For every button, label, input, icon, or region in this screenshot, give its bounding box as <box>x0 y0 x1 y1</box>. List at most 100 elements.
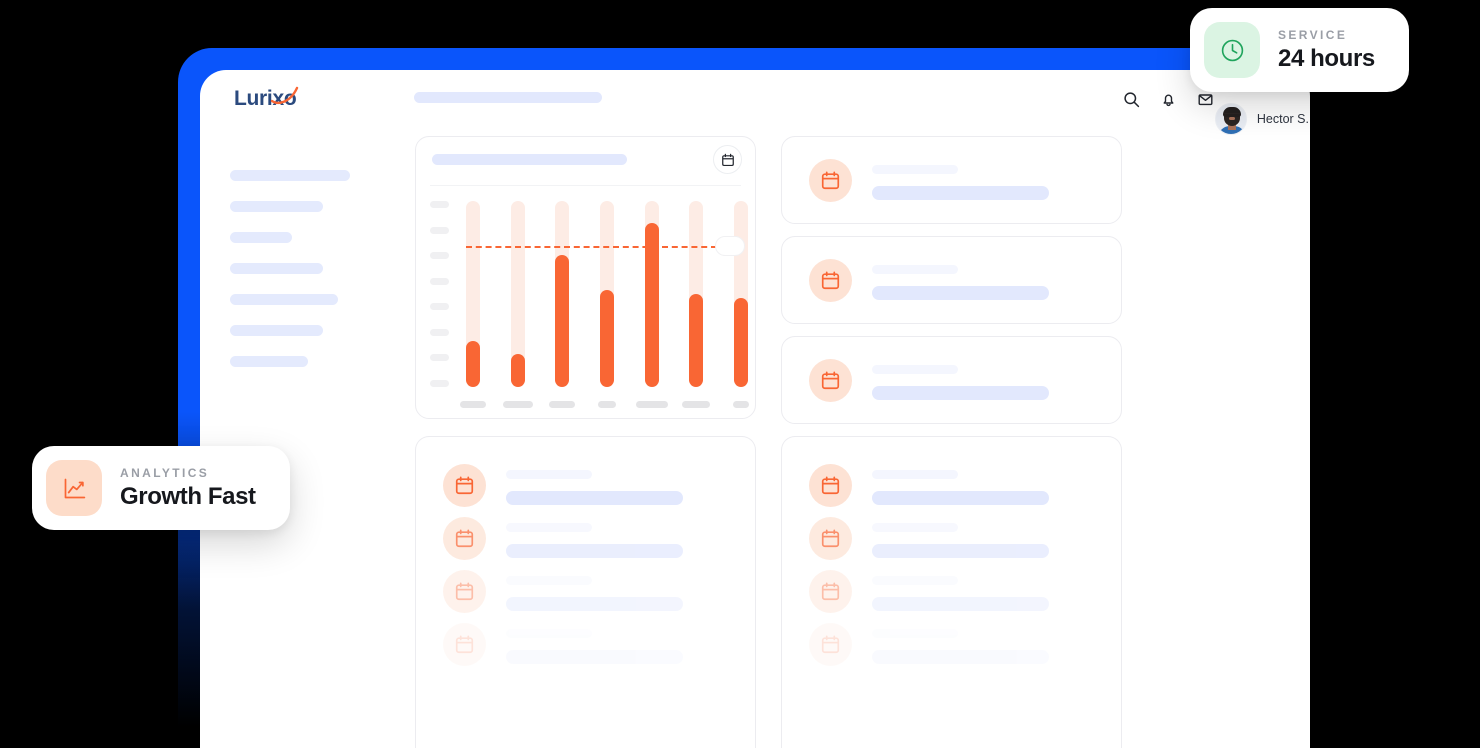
list-item-body-placeholder <box>872 597 1049 611</box>
list-item-body-placeholder <box>872 544 1049 558</box>
list-item-body-placeholder <box>506 650 683 664</box>
app-header: Lurixo Hector S. <box>200 70 1310 135</box>
calendar-button[interactable] <box>713 145 742 174</box>
list-item-title-placeholder <box>872 470 958 479</box>
chart-plot-area <box>430 197 749 408</box>
list-item-title-placeholder <box>506 629 592 638</box>
list-item-body-placeholder <box>506 491 683 505</box>
y-axis-tick <box>430 278 449 285</box>
list-item[interactable] <box>782 512 1121 565</box>
calendar-icon <box>821 171 840 190</box>
x-axis-tick <box>682 401 710 408</box>
y-axis-tick <box>430 329 449 336</box>
list-item-icon <box>443 517 486 560</box>
sidebar-item-3[interactable] <box>230 232 292 243</box>
clock-icon <box>1221 39 1243 61</box>
service-badge-kicker: SERVICE <box>1278 27 1348 42</box>
event-card[interactable] <box>781 136 1122 224</box>
list-item[interactable] <box>416 459 755 512</box>
service-badge-value: 24 hours <box>1278 44 1375 72</box>
list-item-body-placeholder <box>872 650 1049 664</box>
event-card[interactable] <box>781 236 1122 324</box>
sidebar-item-7[interactable] <box>230 356 308 367</box>
calendar-icon <box>821 271 840 290</box>
list-item[interactable] <box>782 565 1121 618</box>
analytics-badge-value: Growth Fast <box>120 482 256 510</box>
user-menu[interactable]: Hector S. <box>1214 103 1309 135</box>
chart-bar[interactable] <box>555 201 569 387</box>
sidebar-item-6[interactable] <box>230 325 323 336</box>
sidebar-item-5[interactable] <box>230 294 338 305</box>
chart-bar[interactable] <box>734 201 748 387</box>
list-item-icon <box>443 464 486 507</box>
chart-divider <box>430 185 741 186</box>
service-badge-text: SERVICE 24 hours <box>1278 28 1375 73</box>
chart-bar[interactable] <box>645 201 659 387</box>
y-axis-tick <box>430 227 449 234</box>
calendar-icon <box>821 371 840 390</box>
list-item[interactable] <box>416 512 755 565</box>
y-axis-tick <box>430 303 449 310</box>
chart-bar[interactable] <box>466 201 480 387</box>
chart-card <box>415 136 756 419</box>
tablet-screen: Lurixo Hector S. <box>200 70 1310 748</box>
list-item[interactable] <box>782 459 1121 512</box>
event-card-icon <box>809 159 852 202</box>
bell-icon[interactable] <box>1160 91 1177 108</box>
x-axis-tick <box>549 401 575 408</box>
calendar-icon <box>455 635 474 654</box>
list-item-icon <box>443 570 486 613</box>
y-axis-tick <box>430 354 449 361</box>
chart-bar[interactable] <box>600 201 614 387</box>
analytics-badge-kicker: ANALYTICS <box>120 465 210 480</box>
list-item-icon <box>809 517 852 560</box>
calendar-icon <box>455 529 474 548</box>
list-item-body-placeholder <box>506 597 683 611</box>
x-axis-tick <box>598 401 616 408</box>
calendar-icon <box>455 476 474 495</box>
list-item-icon <box>809 570 852 613</box>
x-axis-tick <box>733 401 749 408</box>
event-card-title-placeholder <box>872 365 958 374</box>
chart-threshold-marker[interactable] <box>715 235 745 256</box>
mail-icon[interactable] <box>1197 91 1214 108</box>
header-actions: Hector S. <box>1123 91 1309 135</box>
chart-threshold-line <box>466 245 717 248</box>
sidebar-item-1[interactable] <box>230 170 350 181</box>
chart-bar-fill <box>645 223 659 387</box>
analytics-badge-text: ANALYTICS Growth Fast <box>120 466 256 511</box>
chart-bar-fill <box>511 353 525 387</box>
line-chart-icon <box>64 478 85 498</box>
user-name: Hector S. <box>1256 112 1309 126</box>
chart-bar[interactable] <box>689 201 703 387</box>
list-item[interactable] <box>416 618 755 671</box>
event-card[interactable] <box>781 336 1122 424</box>
x-axis-tick <box>503 401 533 408</box>
list-item[interactable] <box>782 618 1121 671</box>
calendar-icon <box>821 582 840 601</box>
sidebar-item-2[interactable] <box>230 201 323 212</box>
analytics-badge: ANALYTICS Growth Fast <box>32 446 290 530</box>
chart-bar[interactable] <box>511 201 525 387</box>
calendar-icon <box>821 635 840 654</box>
calendar-icon <box>821 529 840 548</box>
calendar-icon <box>721 153 734 166</box>
list-item-icon <box>809 623 852 666</box>
event-card-icon <box>809 359 852 402</box>
y-axis-tick <box>430 380 449 387</box>
line-chart-icon-wrap <box>46 460 102 516</box>
search-icon[interactable] <box>1123 91 1140 108</box>
y-axis-tick <box>430 252 449 259</box>
chart-bar-fill <box>466 340 480 387</box>
brand-logo[interactable]: Lurixo <box>234 86 299 111</box>
list-item[interactable] <box>416 565 755 618</box>
chart-bar-fill <box>689 294 703 387</box>
chart-y-axis <box>430 201 454 387</box>
y-axis-tick <box>430 201 449 208</box>
clock-icon-wrap <box>1204 22 1260 78</box>
calendar-icon <box>821 476 840 495</box>
sidebar-item-4[interactable] <box>230 263 323 274</box>
list-item-icon <box>809 464 852 507</box>
chart-x-axis <box>460 400 749 408</box>
x-axis-tick <box>460 401 486 408</box>
